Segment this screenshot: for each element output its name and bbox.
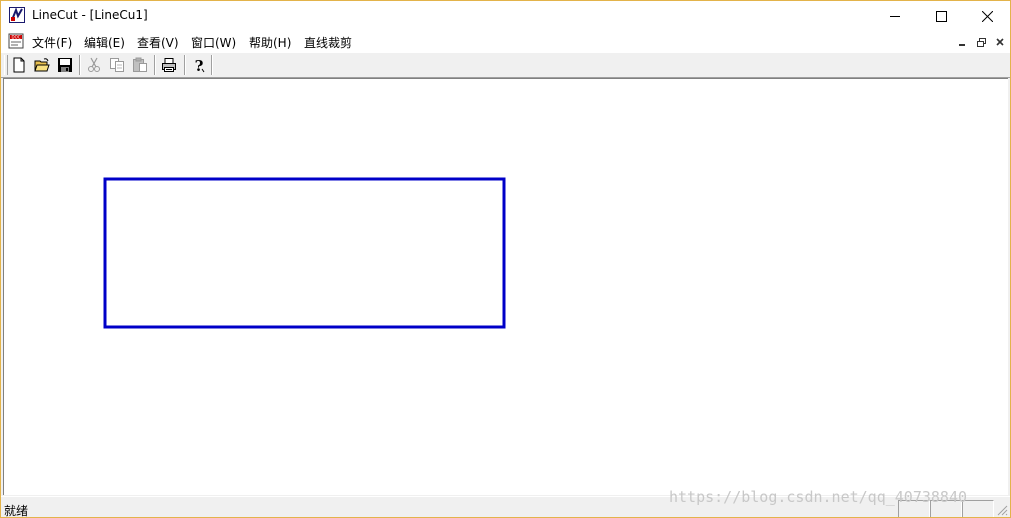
app-icon (9, 7, 25, 23)
toolbar-separator (79, 55, 81, 75)
resize-grip-icon[interactable] (996, 504, 1008, 516)
mdi-restore-button[interactable] (973, 35, 989, 49)
svg-text:?: ? (195, 57, 204, 73)
drawing-canvas[interactable] (3, 78, 1008, 495)
svg-text:DOC: DOC (11, 35, 20, 40)
toolbar: ? (1, 52, 1010, 78)
clip-window-rectangle (103, 177, 506, 329)
menu-view[interactable]: 查看(V) (137, 34, 179, 51)
toolbar-separator (211, 55, 213, 75)
minimize-button[interactable] (872, 1, 918, 31)
menu-bar: DOC 文件(F) 编辑(E) 查看(V) 窗口(W) 帮助(H) 直线裁剪 (1, 31, 1010, 52)
app-window: LineCut - [LineCu1] DOC 文件(F) 编辑(E) 查看(V… (0, 0, 1011, 518)
open-button[interactable] (32, 55, 52, 75)
title-bar[interactable]: LineCut - [LineCu1] (1, 1, 1010, 31)
open-icon (34, 58, 50, 72)
close-icon (981, 10, 993, 22)
maximize-button[interactable] (918, 1, 964, 31)
menu-edit[interactable]: 编辑(E) (84, 34, 125, 51)
menu-file[interactable]: 文件(F) (32, 34, 72, 51)
minimize-icon (889, 15, 900, 17)
save-button[interactable] (55, 55, 75, 75)
help-icon: ? (195, 57, 205, 73)
menu-help[interactable]: 帮助(H) (249, 34, 291, 51)
paste-icon (133, 57, 147, 72)
menu-window[interactable]: 窗口(W) (191, 34, 236, 51)
watermark: https://blog.csdn.net/qq_40738840 (669, 488, 968, 506)
toolbar-separator (154, 55, 156, 75)
restore-icon (976, 37, 986, 47)
cut-button[interactable] (84, 55, 104, 75)
new-button[interactable] (9, 55, 29, 75)
maximize-icon (935, 10, 947, 22)
menu-line-clip[interactable]: 直线裁剪 (304, 34, 352, 51)
close-button[interactable] (964, 1, 1010, 31)
minimize-icon (959, 44, 965, 46)
canvas-drawing (103, 177, 506, 329)
window-title: LineCut - [LineCu1] (32, 8, 148, 22)
mdi-close-button[interactable] (992, 35, 1008, 49)
copy-button[interactable] (107, 55, 127, 75)
new-icon (13, 57, 25, 73)
toolbar-separator (184, 55, 186, 75)
close-icon (996, 38, 1004, 46)
mdi-minimize-button[interactable] (954, 35, 970, 49)
document-icon[interactable]: DOC (8, 33, 24, 49)
print-icon (162, 58, 176, 72)
cut-icon (88, 57, 100, 72)
copy-icon (110, 58, 124, 72)
status-text: 就绪 (4, 504, 29, 518)
help-button[interactable]: ? (189, 55, 209, 75)
save-icon (58, 58, 72, 72)
print-button[interactable] (159, 55, 179, 75)
paste-button[interactable] (130, 55, 150, 75)
toolbar-grip[interactable] (4, 55, 8, 75)
